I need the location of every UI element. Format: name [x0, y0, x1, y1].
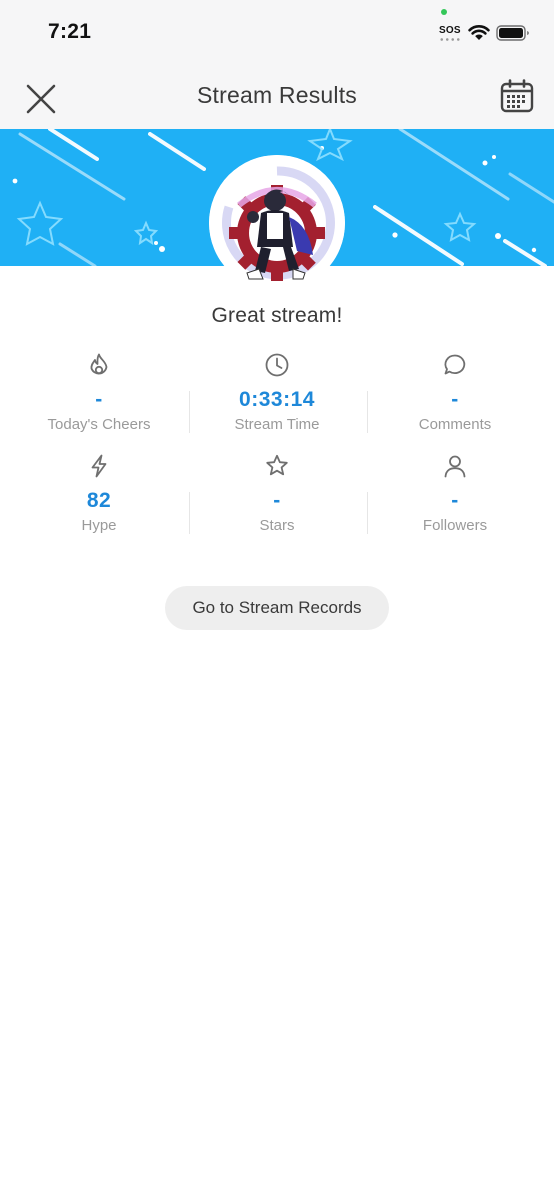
- divider: [189, 391, 190, 433]
- stat-label: Comments: [418, 416, 492, 433]
- flame-icon: [90, 353, 108, 375]
- stat-hype: 82 Hype: [10, 449, 188, 545]
- stat-label: Followers: [422, 517, 488, 534]
- wifi-icon: [468, 25, 490, 40]
- calendar-button[interactable]: [499, 78, 535, 114]
- divider: [367, 492, 368, 534]
- nav-bar: Stream Results: [0, 64, 554, 129]
- stat-label: Hype: [81, 517, 117, 534]
- stat-label: Today's Cheers: [47, 416, 151, 433]
- avatar-image: [209, 155, 345, 291]
- result-headline: Great stream!: [211, 304, 343, 327]
- stream-results-screen: 7:21 SOS Stream Results Great stream! - …: [0, 0, 554, 1199]
- battery-icon: [496, 25, 529, 41]
- streamer-avatar: [209, 155, 345, 291]
- person-icon: [444, 455, 466, 478]
- stat-followers: - Followers: [366, 449, 544, 545]
- page-title: Stream Results: [196, 82, 357, 108]
- divider: [189, 492, 190, 534]
- sos-label: SOS: [439, 25, 461, 36]
- stat-comments: - Comments: [366, 348, 544, 444]
- divider: [367, 391, 368, 433]
- stat-stars: - Stars: [188, 449, 366, 545]
- stat-label: Stars: [259, 517, 295, 534]
- stat-value: 82: [86, 489, 112, 512]
- lightning-icon: [91, 454, 107, 478]
- stat-value: -: [451, 388, 459, 411]
- stat-value: -: [451, 489, 459, 512]
- status-time: 7:21: [48, 20, 92, 43]
- go-to-stream-records-button[interactable]: Go to Stream Records: [165, 586, 389, 630]
- signal-dots: [439, 38, 461, 41]
- stat-value: -: [95, 388, 103, 411]
- comment-icon: [444, 354, 466, 375]
- star-icon: [266, 454, 288, 476]
- stat-value: -: [273, 489, 281, 512]
- stat-stream-time: 0:33:14 Stream Time: [188, 348, 366, 444]
- status-bar: 7:21 SOS: [0, 0, 554, 64]
- stat-todays-cheers: - Today's Cheers: [10, 348, 188, 444]
- top-area: 7:21 SOS Stream Results: [0, 0, 554, 129]
- privacy-indicator: [441, 9, 447, 15]
- clock-icon: [265, 353, 289, 377]
- stat-value: 0:33:14: [239, 388, 315, 411]
- stat-label: Stream Time: [234, 416, 320, 433]
